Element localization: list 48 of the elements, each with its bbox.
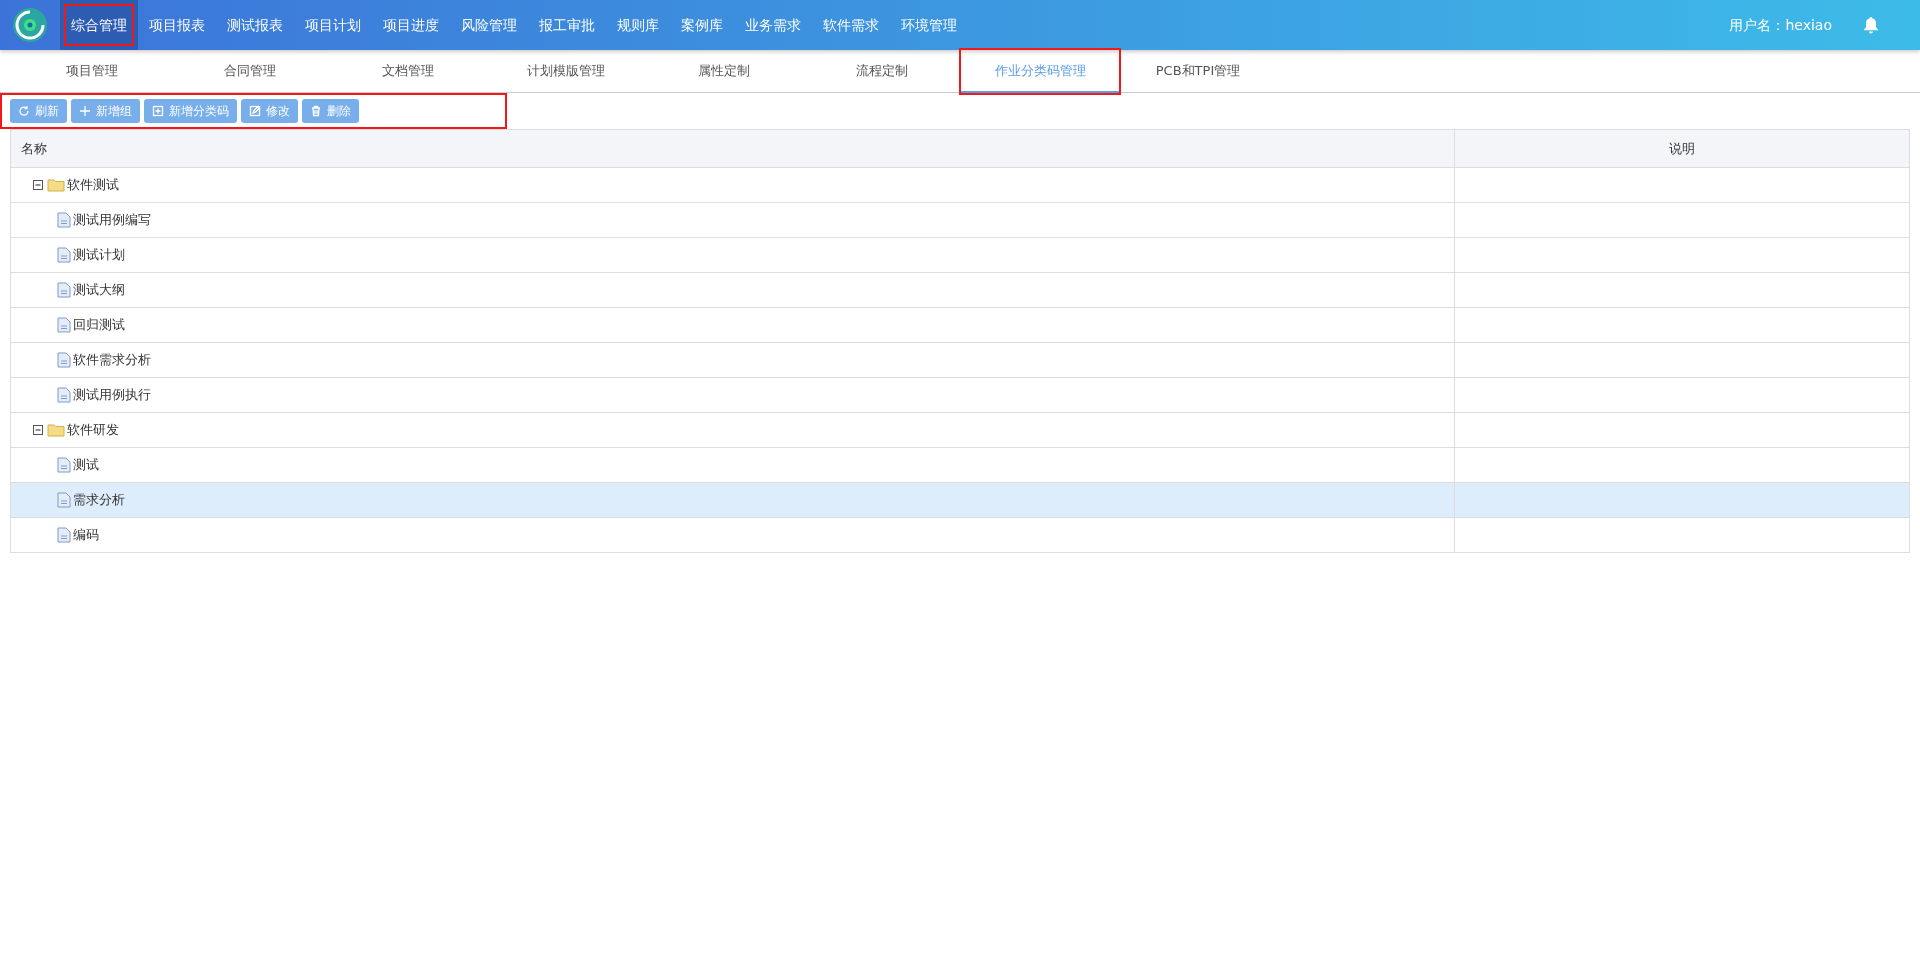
nav-item[interactable]: 风险管理 xyxy=(450,0,528,50)
tree-node-label[interactable]: 软件测试 xyxy=(67,175,119,195)
document-icon xyxy=(57,317,71,333)
tab[interactable]: 文档管理 xyxy=(329,50,487,93)
document-icon xyxy=(57,352,71,368)
tree-node-label[interactable]: 测试计划 xyxy=(73,245,125,265)
document-icon xyxy=(57,212,71,228)
document-icon xyxy=(57,282,71,298)
nav-item[interactable]: 规则库 xyxy=(606,0,670,50)
document-icon xyxy=(57,492,71,508)
tab[interactable]: PCB和TPI管理 xyxy=(1119,50,1277,93)
nav-item[interactable]: 测试报表 xyxy=(216,0,294,50)
tree-node-label[interactable]: 软件研发 xyxy=(67,420,119,440)
column-header: 说明 xyxy=(1454,129,1910,168)
document-icon xyxy=(57,387,71,403)
edit-icon xyxy=(249,105,261,117)
tab[interactable]: 计划模版管理 xyxy=(487,50,645,93)
trash-icon xyxy=(310,105,322,117)
tree-node-label[interactable]: 测试 xyxy=(73,455,99,475)
logo-icon xyxy=(12,7,48,43)
tree-node-label[interactable]: 测试大纲 xyxy=(73,280,125,300)
collapse-icon[interactable] xyxy=(33,180,43,190)
nav-item[interactable]: 项目进度 xyxy=(372,0,450,50)
username-label: 用户名：hexiao xyxy=(1729,15,1832,35)
folder-icon xyxy=(47,423,65,437)
nav-item[interactable]: 报工审批 xyxy=(528,0,606,50)
tree-node-label[interactable]: 编码 xyxy=(73,525,99,545)
document-icon xyxy=(57,247,71,263)
nav-item[interactable]: 项目报表 xyxy=(138,0,216,50)
collapse-icon[interactable] xyxy=(33,425,43,435)
nav-item[interactable]: 综合管理 xyxy=(60,0,138,50)
column-header: 名称 xyxy=(10,129,1455,168)
tree-node-label[interactable]: 测试用例编写 xyxy=(73,210,151,230)
folder-icon xyxy=(47,178,65,192)
nav-item[interactable]: 项目计划 xyxy=(294,0,372,50)
tree-node-label[interactable]: 回归测试 xyxy=(73,315,125,335)
tab[interactable]: 合同管理 xyxy=(171,50,329,93)
tab[interactable]: 属性定制 xyxy=(645,50,803,93)
tree-node-label[interactable]: 软件需求分析 xyxy=(73,350,151,370)
document-icon xyxy=(57,457,71,473)
tab[interactable]: 流程定制 xyxy=(803,50,961,93)
document-icon xyxy=(57,527,71,543)
plus-icon xyxy=(79,105,91,117)
plus-square-icon xyxy=(152,105,164,117)
tab[interactable]: 项目管理 xyxy=(13,50,171,93)
refresh-icon xyxy=(18,105,30,117)
tree-node-label[interactable]: 测试用例执行 xyxy=(73,385,151,405)
tree-node-label[interactable]: 需求分析 xyxy=(73,490,125,510)
